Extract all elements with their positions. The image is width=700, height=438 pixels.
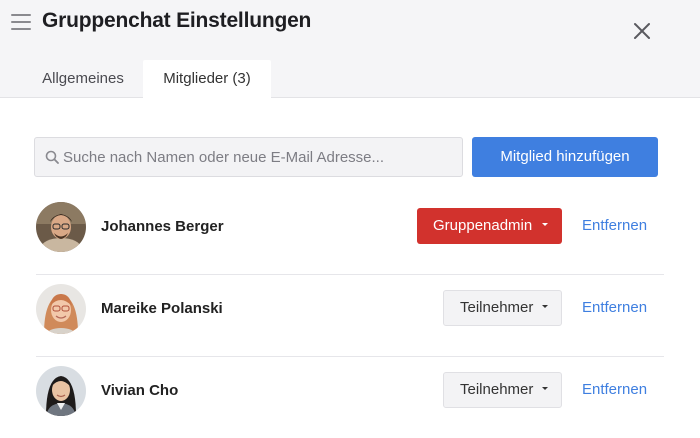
remove-member-link[interactable]: Entfernen [582,381,647,398]
search-box [34,137,463,177]
avatar [36,366,86,416]
avatar [36,284,86,334]
member-row: Johannes Berger Gruppenadmin Entfernen [36,193,664,275]
dialog-title: Gruppenchat Einstellungen [42,9,312,32]
search-input[interactable] [63,138,458,176]
member-row: Mareike Polanski Teilnehmer Entfernen [36,275,664,357]
member-row: Vivian Cho Teilnehmer Entfernen [36,357,664,438]
tab-general[interactable]: Allgemeines [28,60,138,98]
member-name: Vivian Cho [101,382,179,399]
dialog-header: Gruppenchat Einstellungen Allgemeines Mi… [0,0,700,99]
member-name: Mareike Polanski [101,300,223,317]
remove-member-link[interactable]: Entfernen [582,217,647,234]
member-name: Johannes Berger [101,218,224,235]
avatar [36,202,86,252]
role-dropdown[interactable]: Teilnehmer [443,372,562,408]
caret-down-icon [542,387,548,390]
hamburger-icon[interactable] [11,13,31,31]
role-label: Teilnehmer [460,381,534,398]
caret-down-icon [542,305,548,308]
tab-members[interactable]: Mitglieder (3) [143,60,271,99]
remove-member-link[interactable]: Entfernen [582,299,647,316]
close-icon[interactable] [631,20,653,42]
caret-down-icon [542,223,548,226]
role-dropdown[interactable]: Gruppenadmin [417,208,562,244]
search-icon [45,150,59,164]
role-label: Gruppenadmin [433,217,533,234]
role-label: Teilnehmer [460,299,534,316]
role-dropdown[interactable]: Teilnehmer [443,290,562,326]
add-member-button[interactable]: Mitglied hinzufügen [472,137,658,177]
